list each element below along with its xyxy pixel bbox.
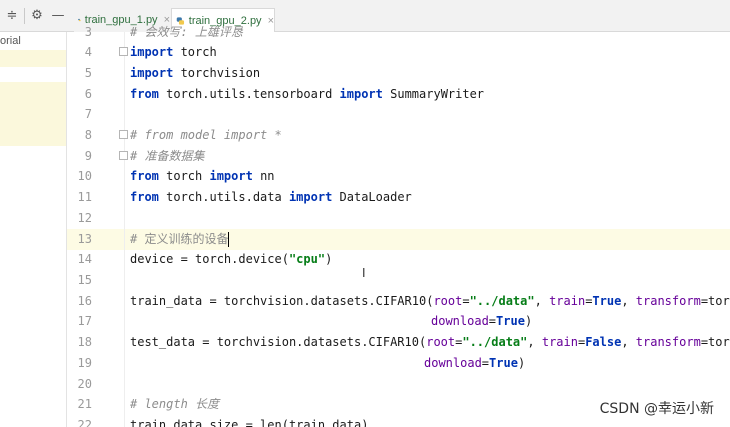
code-line[interactable]: from torch.utils.data import DataLoader <box>130 187 412 207</box>
code-line-current[interactable]: # 定义训练的设备 <box>130 229 228 249</box>
fold-marker-icon[interactable] <box>119 130 128 139</box>
fold-guide <box>124 32 125 427</box>
code-line[interactable]: train_data_size = len(train_data) <box>130 415 368 427</box>
text-caret <box>228 232 229 247</box>
code-line[interactable]: # from model import * <box>130 125 282 145</box>
line-number: 11 <box>77 190 92 204</box>
line-number: 15 <box>77 273 92 287</box>
code-line[interactable]: import torchvision <box>130 63 260 83</box>
line-number: 20 <box>77 377 92 391</box>
code-line[interactable]: import torch <box>130 42 217 62</box>
code-line[interactable]: download=True) <box>424 353 525 373</box>
code-line[interactable]: train_data = torchvision.datasets.CIFAR1… <box>130 291 730 311</box>
line-number: 4 <box>84 45 92 59</box>
fold-marker-icon[interactable] <box>119 47 128 56</box>
line-number: 7 <box>84 107 92 121</box>
line-number: 8 <box>84 128 92 142</box>
line-number: 21 <box>77 397 92 411</box>
project-panel: orial <box>0 32 67 427</box>
line-number: 18 <box>77 335 92 349</box>
code-line[interactable]: # 准备数据集 <box>130 146 204 166</box>
line-number: 3 <box>84 25 92 39</box>
code-line[interactable]: # length 长度 <box>130 394 219 414</box>
line-number: 13 <box>77 232 92 246</box>
code-line[interactable]: test_data = torchvision.datasets.CIFAR10… <box>130 332 730 352</box>
line-number: 6 <box>84 87 92 101</box>
watermark: CSDN @幸运小新 <box>599 401 714 417</box>
line-number: 17 <box>77 314 92 328</box>
line-number: 10 <box>77 169 92 183</box>
minimize-icon[interactable]: — <box>50 8 66 24</box>
ibeam-cursor-icon: I <box>362 266 366 280</box>
code-line[interactable]: from torch.utils.tensorboard import Summ… <box>130 84 484 104</box>
code-line[interactable]: download=True) <box>431 311 532 331</box>
code-line[interactable]: device = torch.device("cpu") <box>130 249 332 269</box>
line-number: 19 <box>77 356 92 370</box>
project-tree-highlight <box>0 50 66 67</box>
toolbar-divider <box>24 8 25 24</box>
project-tree-item[interactable]: orial <box>0 35 21 47</box>
settings-icon[interactable]: ⚙ <box>29 8 45 24</box>
line-number: 16 <box>77 294 92 308</box>
line-number: 9 <box>84 149 92 163</box>
code-line[interactable]: from torch import nn <box>130 166 275 186</box>
sort-icon[interactable]: ≑ <box>4 8 20 24</box>
project-tree-highlight <box>0 82 66 146</box>
close-icon[interactable]: × <box>268 15 274 27</box>
line-number: 22 <box>77 418 92 427</box>
editor-tab-bar: ≑ ⚙ — train_gpu_1.py × train_gpu_2.py × <box>0 0 730 33</box>
line-number: 14 <box>77 252 92 266</box>
code-line[interactable]: # 会效写: 上雄评恳 <box>130 22 243 42</box>
line-number: 12 <box>77 211 92 225</box>
fold-marker-icon[interactable] <box>119 151 128 160</box>
line-number: 5 <box>84 66 92 80</box>
